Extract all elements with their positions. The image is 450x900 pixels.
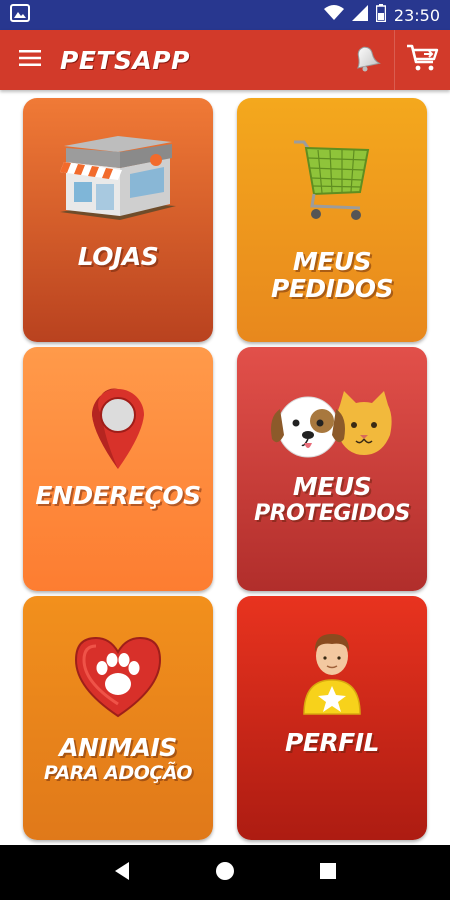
tile-label: MEUS PROTEGIDOS <box>237 473 427 527</box>
tile-lojas[interactable]: LOJAS <box>23 98 213 342</box>
app-bar: PETSAPP <box>0 30 450 90</box>
paw-heart-icon <box>72 634 164 722</box>
store-icon <box>56 132 180 226</box>
back-icon <box>113 861 131 885</box>
tile-label-line1: ENDEREÇOS <box>35 481 201 510</box>
dog-cat-icon <box>268 391 396 465</box>
tile-label: MEUS PEDIDOS <box>237 248 427 302</box>
tile-enderecos[interactable]: ENDEREÇOS <box>23 347 213 591</box>
tile-label-line1: MEUS <box>292 472 372 501</box>
tile-label: LOJAS <box>23 243 213 270</box>
tile-label-line1: LOJAS <box>77 242 159 271</box>
gallery-icon <box>10 4 30 26</box>
tile-label-line2: PEDIDOS <box>271 274 393 303</box>
wifi-icon <box>323 5 344 25</box>
battery-icon <box>375 4 387 26</box>
cart-icon <box>406 43 440 77</box>
tile-label-line2: PROTEGIDOS <box>254 501 410 526</box>
menu-grid: LOJAS MEUS PEDIDOS ENDEREÇOS MEUS PROTEG… <box>0 90 450 845</box>
back-button[interactable] <box>102 853 142 893</box>
tile-label: ANIMAIS PARA ADOÇÃO <box>23 734 213 785</box>
notifications-button[interactable] <box>338 30 394 90</box>
tile-animais-para-adocao[interactable]: ANIMAIS PARA ADOÇÃO <box>23 596 213 840</box>
tile-label-line1: PERFIL <box>285 728 379 757</box>
home-icon <box>215 861 235 885</box>
status-bar: 23:50 <box>0 0 450 30</box>
tile-label-line1: ANIMAIS <box>59 733 177 762</box>
user-star-icon <box>300 628 364 720</box>
bell-icon <box>350 42 382 78</box>
menu-button[interactable] <box>0 30 60 90</box>
system-nav-bar <box>0 845 450 900</box>
map-pin-icon <box>88 385 148 475</box>
tile-label-line1: MEUS <box>292 247 372 276</box>
signal-icon <box>351 5 368 25</box>
home-button[interactable] <box>205 853 245 893</box>
tile-meus-pedidos[interactable]: MEUS PEDIDOS <box>237 98 427 342</box>
tile-label: ENDEREÇOS <box>23 482 213 509</box>
recents-icon <box>319 862 337 884</box>
cart-button[interactable] <box>394 30 450 90</box>
recents-button[interactable] <box>308 853 348 893</box>
shopping-cart-icon <box>290 136 374 228</box>
tile-perfil[interactable]: PERFIL <box>237 596 427 840</box>
clock: 23:50 <box>393 5 440 25</box>
tile-meus-protegidos[interactable]: MEUS PROTEGIDOS <box>237 347 427 591</box>
menu-icon <box>19 49 41 71</box>
app-title: PETSAPP <box>60 45 190 75</box>
tile-label: PERFIL <box>237 729 427 756</box>
tile-label-line2: PARA ADOÇÃO <box>43 762 193 784</box>
